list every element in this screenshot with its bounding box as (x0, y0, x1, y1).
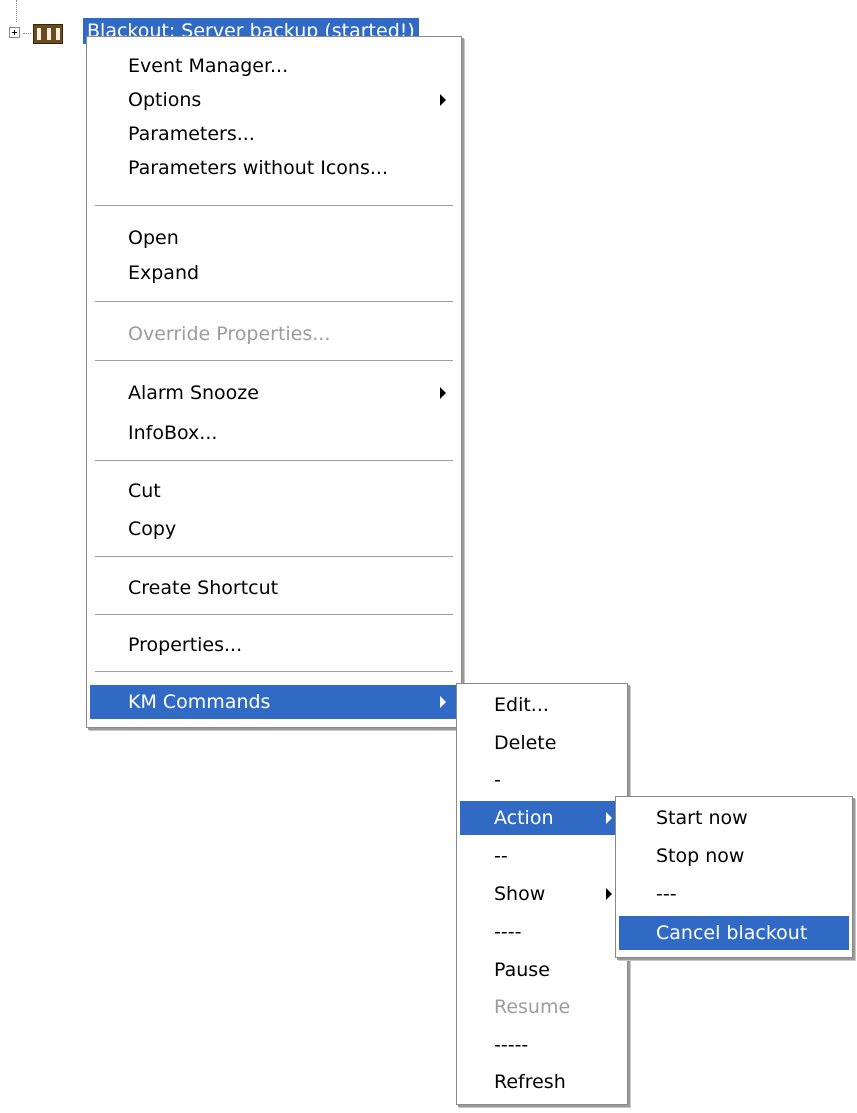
menu-item-open[interactable]: Open (90, 221, 458, 255)
tree-expand-icon[interactable] (9, 27, 20, 38)
menu-item-create-shortcut[interactable]: Create Shortcut (90, 571, 458, 605)
action-item-start-now[interactable]: Start now (619, 801, 849, 835)
menu-separator (95, 205, 453, 207)
submenu-item-resume: Resume (494, 996, 571, 1018)
menu-item-parameters-without-icons[interactable]: Parameters without Icons... (90, 151, 458, 185)
action-submenu: Start now Stop now --- Cancel blackout (615, 796, 853, 958)
menu-item-parameters[interactable]: Parameters... (90, 117, 458, 151)
submenu-item-edit[interactable]: Edit... (460, 688, 624, 722)
action-item-stop-now[interactable]: Stop now (619, 839, 849, 873)
menu-separator (95, 460, 453, 462)
km-commands-submenu: Edit... Delete - Action -- Show ---- Pau… (456, 683, 628, 1105)
action-item-cancel-blackout[interactable]: Cancel blackout (619, 916, 849, 950)
menu-item-properties[interactable]: Properties... (90, 628, 458, 662)
menu-item-km-commands[interactable]: KM Commands (90, 685, 458, 719)
submenu-item-action[interactable]: Action (460, 801, 624, 835)
submenu-item-show[interactable]: Show (460, 877, 624, 911)
context-menu: Event Manager... Options Parameters... P… (86, 36, 462, 728)
action-item-separator[interactable]: --- (619, 877, 849, 911)
menu-item-cut[interactable]: Cut (90, 474, 458, 508)
menu-item-alarm-snooze[interactable]: Alarm Snooze (90, 376, 458, 410)
submenu-item-separator-1[interactable]: - (460, 763, 624, 797)
submenu-arrow-icon (440, 94, 446, 106)
submenu-arrow-icon (440, 696, 446, 708)
submenu-arrow-icon (440, 387, 446, 399)
submenu-item-separator-3[interactable]: ---- (460, 915, 624, 949)
submenu-item-separator-2[interactable]: -- (460, 839, 624, 873)
menu-item-options[interactable]: Options (90, 83, 458, 117)
menu-item-copy[interactable]: Copy (90, 512, 458, 546)
tree-connector-line (23, 33, 31, 34)
tree-connector-line (16, 0, 17, 22)
menu-separator (95, 360, 453, 362)
submenu-arrow-icon (606, 812, 612, 824)
menu-separator (95, 556, 453, 558)
menu-item-infobox[interactable]: InfoBox... (90, 416, 458, 450)
menu-separator (95, 614, 453, 616)
submenu-item-refresh[interactable]: Refresh (460, 1065, 624, 1099)
menu-item-event-manager[interactable]: Event Manager... (90, 49, 458, 83)
blackout-node-icon (33, 24, 63, 44)
submenu-item-delete[interactable]: Delete (460, 726, 624, 760)
menu-separator (95, 671, 453, 673)
submenu-item-separator-4[interactable]: ----- (460, 1028, 624, 1062)
menu-separator (95, 301, 453, 303)
submenu-item-pause[interactable]: Pause (460, 953, 624, 987)
menu-item-expand[interactable]: Expand (90, 256, 458, 290)
menu-item-override-properties: Override Properties... (128, 323, 331, 345)
submenu-arrow-icon (606, 888, 612, 900)
